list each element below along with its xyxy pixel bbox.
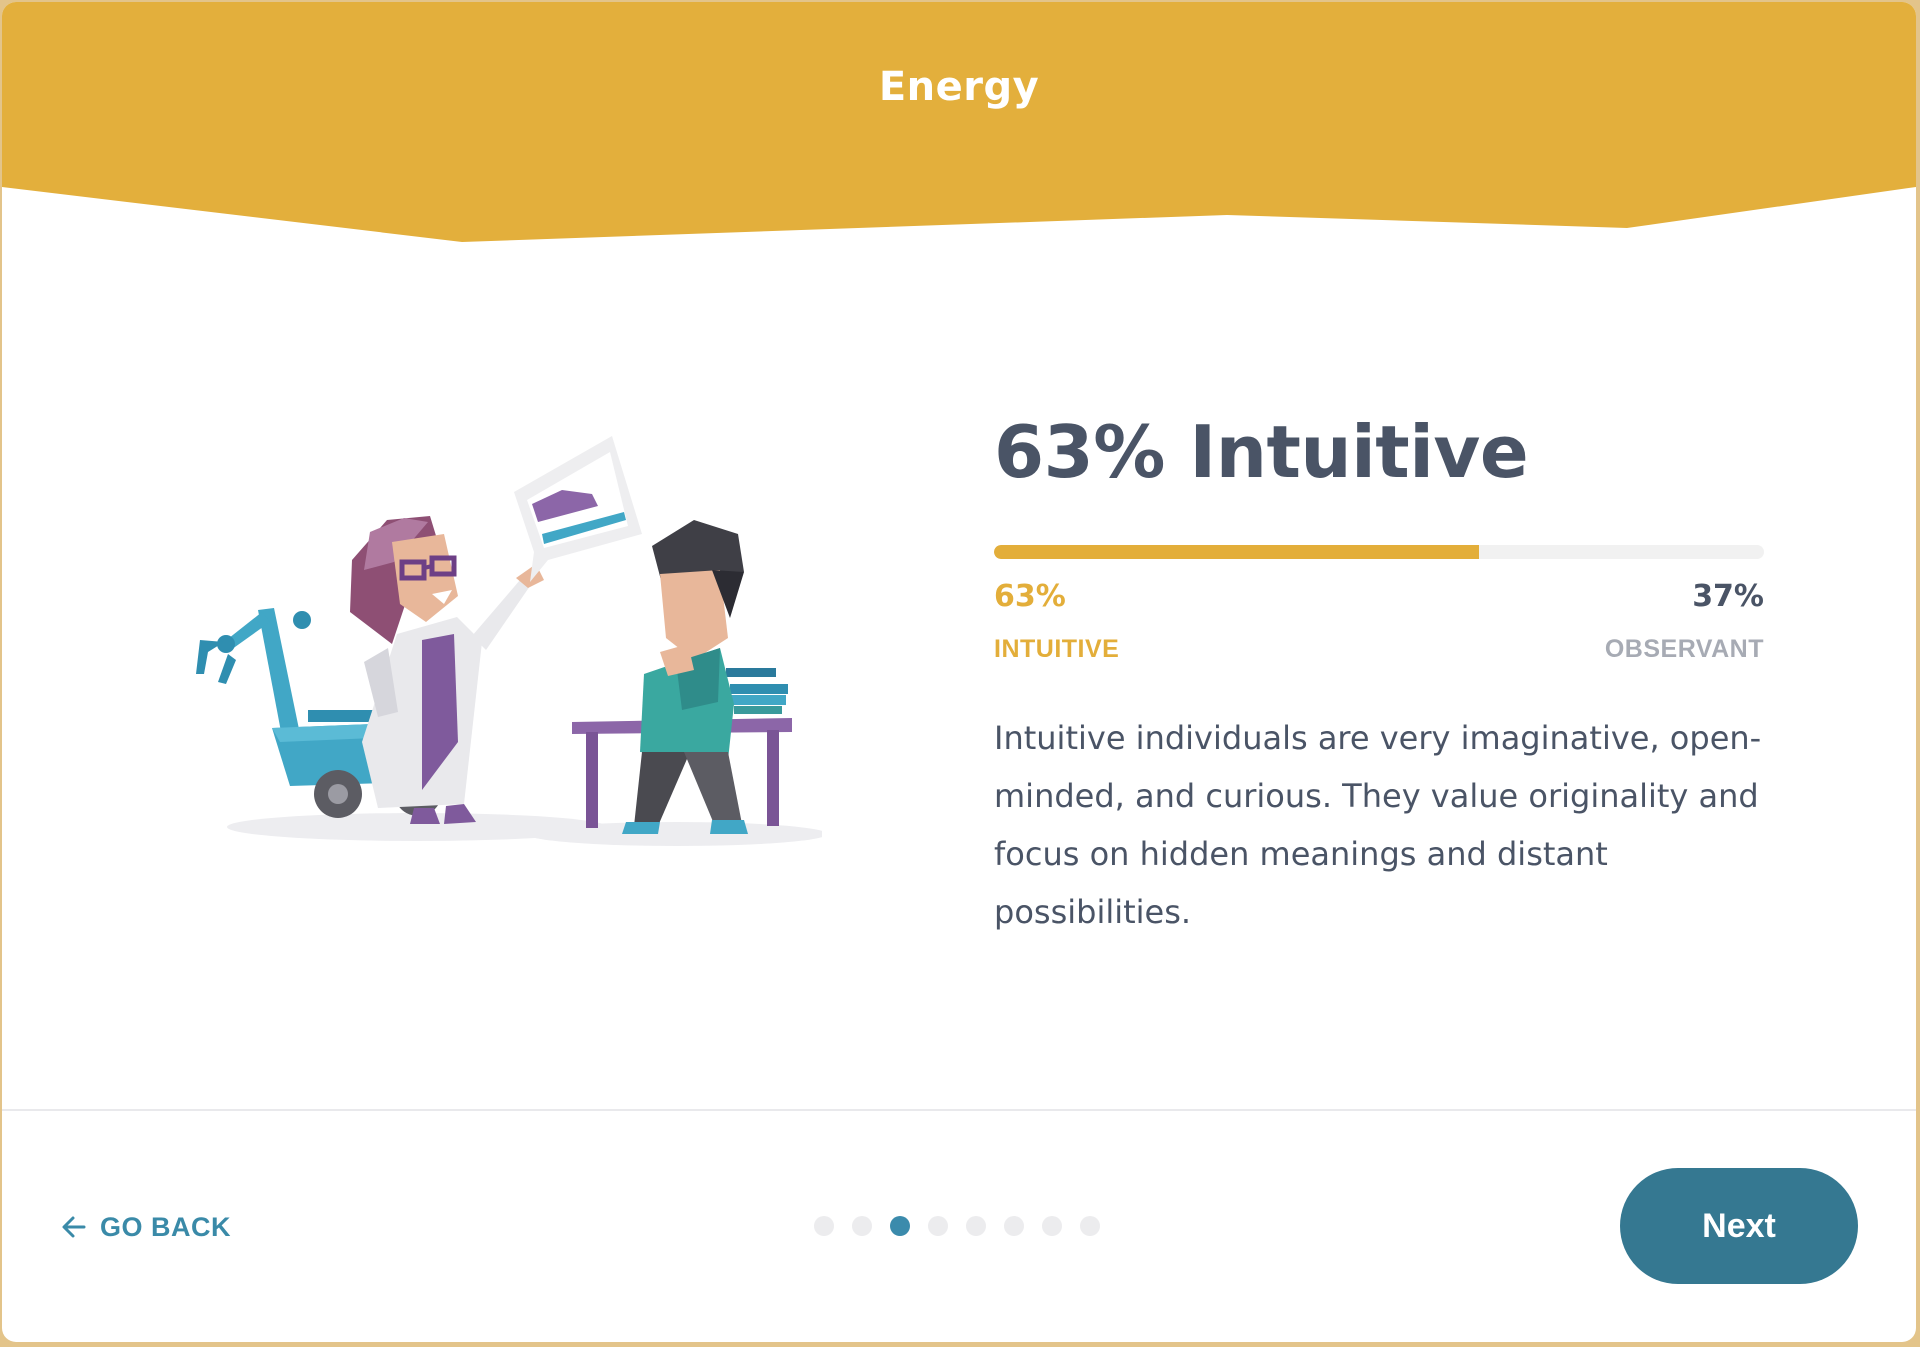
pagination-dot[interactable] — [1004, 1216, 1024, 1236]
intuitive-label: INTUITIVE — [994, 635, 1120, 663]
score-bar-track — [994, 545, 1764, 559]
pagination-dot[interactable] — [1042, 1216, 1062, 1236]
header-title: Energy — [878, 64, 1040, 110]
next-button[interactable]: Next — [1620, 1168, 1858, 1284]
arrow-left-icon — [62, 1216, 86, 1238]
footer-divider — [2, 1109, 1916, 1111]
pagination-dot[interactable] — [852, 1216, 872, 1236]
pagination-dot[interactable] — [814, 1216, 834, 1236]
observant-percent: 37% — [1692, 579, 1764, 614]
result-title: 63% Intuitive — [994, 410, 1529, 494]
intuitive-percent: 63% — [994, 579, 1066, 614]
trait-description: Intuitive individuals are very imaginati… — [994, 719, 1762, 931]
observant-label: OBSERVANT — [1604, 635, 1764, 663]
go-back-button[interactable]: GO BACK — [60, 1207, 231, 1247]
score-bar-fill — [994, 545, 1480, 559]
pagination-dot[interactable] — [1080, 1216, 1100, 1236]
result-panel: 63% Intuitive 63% 37% INTUITIVE OBSERVAN… — [994, 407, 1764, 941]
result-card: Energy 63% Intuitive 63% 37% INTUITIVE O… — [2, 2, 1916, 1342]
pagination-dots — [814, 1216, 1100, 1236]
score-labels: 63% 37% INTUITIVE OBSERVANT — [994, 579, 1764, 689]
header-band — [2, 2, 1916, 242]
pagination-dot-active[interactable] — [890, 1216, 910, 1236]
scientists-illustration — [196, 436, 822, 846]
pagination-dot[interactable] — [966, 1216, 986, 1236]
pagination-dot[interactable] — [928, 1216, 948, 1236]
go-back-label: GO BACK — [100, 1211, 231, 1242]
